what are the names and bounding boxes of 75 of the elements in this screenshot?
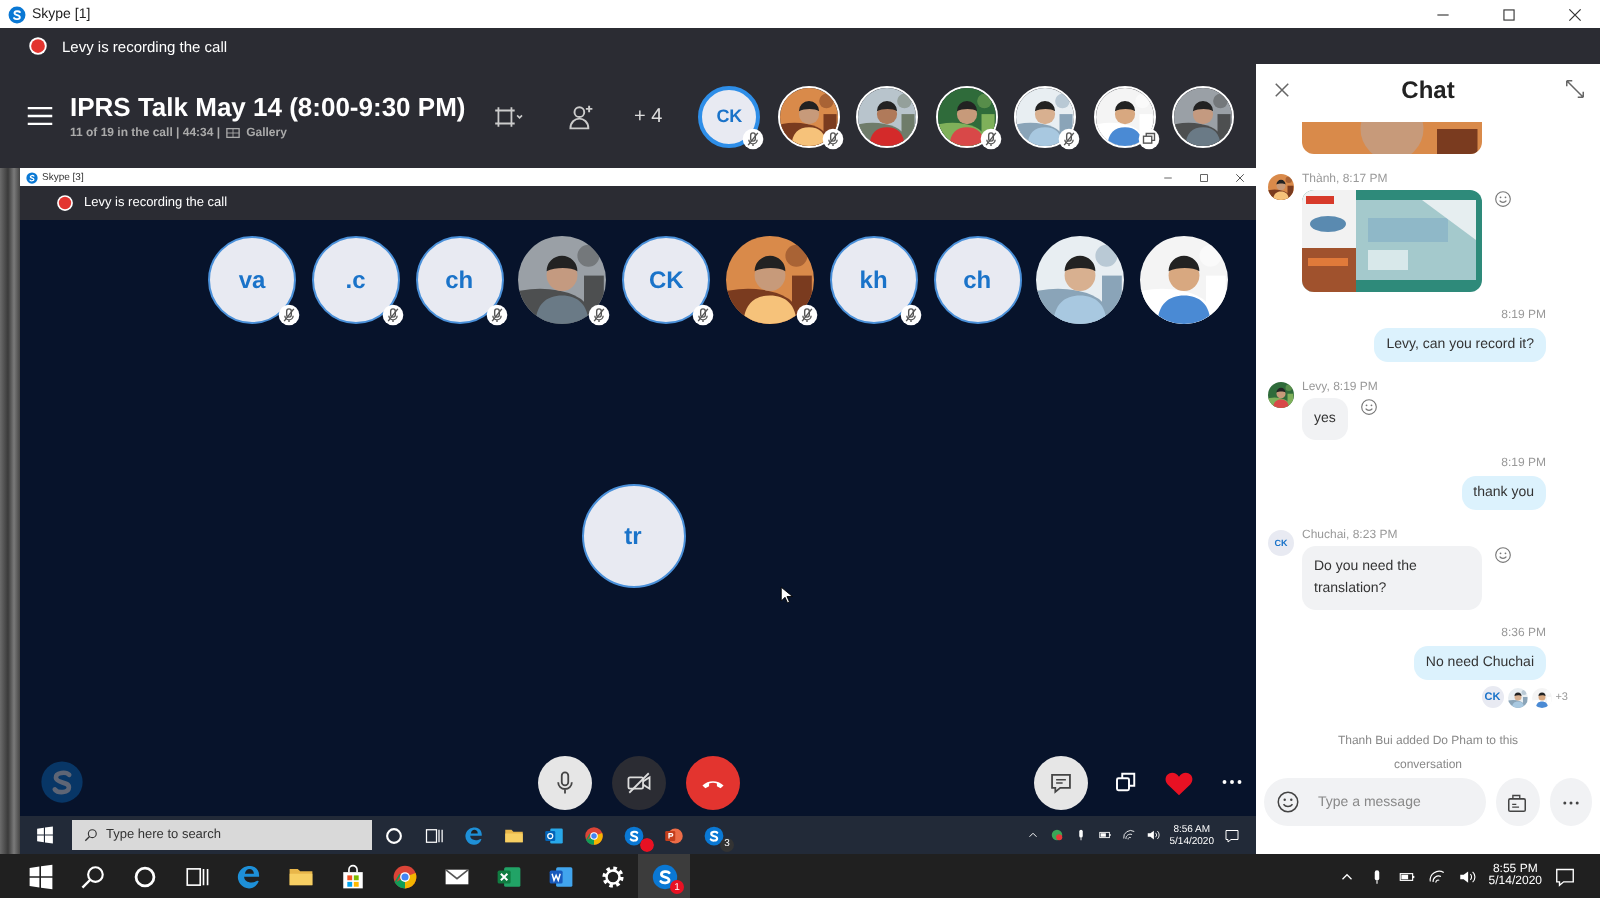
participant-avatar[interactable]: ch bbox=[933, 236, 1022, 324]
maximize-icon[interactable] bbox=[1198, 171, 1210, 183]
add-participants-button[interactable]: + 4 bbox=[634, 105, 663, 127]
notifications-icon[interactable] bbox=[1224, 827, 1240, 843]
cortana-ring-icon[interactable] bbox=[384, 825, 404, 845]
skype-logo-icon[interactable] bbox=[651, 863, 677, 889]
notifications-icon[interactable] bbox=[1554, 865, 1576, 887]
reaction-smiley-icon[interactable] bbox=[1494, 545, 1512, 564]
participant-avatar[interactable]: kh bbox=[829, 236, 918, 324]
microphone-icon bbox=[551, 769, 577, 795]
card-icon bbox=[1506, 791, 1529, 813]
word-processor-icon[interactable] bbox=[547, 863, 573, 889]
cortana-ring-icon[interactable] bbox=[131, 863, 157, 889]
reaction-smiley-icon[interactable] bbox=[1494, 189, 1512, 208]
expand-icon[interactable] bbox=[1563, 78, 1586, 101]
task-view-icon[interactable] bbox=[183, 863, 209, 889]
folder-icon[interactable] bbox=[504, 825, 524, 845]
speech-bubble-icon bbox=[1048, 769, 1074, 795]
search-icon bbox=[84, 828, 98, 842]
skype-logo-icon bbox=[8, 5, 26, 23]
chrome-browser-icon[interactable] bbox=[391, 863, 417, 889]
heart-icon[interactable] bbox=[1164, 767, 1194, 797]
participant-avatar[interactable]: CK bbox=[622, 236, 711, 324]
outlook-app-icon[interactable] bbox=[544, 825, 564, 845]
search-icon[interactable] bbox=[79, 863, 105, 889]
emoji-icon[interactable] bbox=[1276, 790, 1300, 814]
chat-button[interactable] bbox=[1034, 755, 1088, 809]
microphone-icon[interactable] bbox=[1073, 828, 1088, 842]
microphone-button[interactable] bbox=[537, 755, 591, 809]
task-view-icon[interactable] bbox=[424, 825, 444, 845]
spreadsheet-app-icon[interactable] bbox=[495, 863, 521, 889]
chat-title: Chat bbox=[1401, 75, 1455, 104]
close-icon[interactable] bbox=[1272, 79, 1292, 100]
gallery-icon bbox=[226, 126, 241, 140]
skype-logo-icon bbox=[40, 760, 84, 804]
reaction-smiley-icon[interactable] bbox=[1359, 397, 1378, 416]
windows-start-icon[interactable] bbox=[36, 826, 54, 844]
settings-icon[interactable] bbox=[599, 863, 625, 889]
frame-icon[interactable] bbox=[490, 103, 528, 129]
camera-off-icon bbox=[625, 769, 651, 795]
status-icon[interactable] bbox=[1049, 828, 1064, 842]
mail-icon[interactable] bbox=[443, 863, 469, 889]
add-person-icon[interactable] bbox=[568, 103, 594, 129]
menu-icon[interactable] bbox=[26, 102, 54, 130]
call-title: IPRS Talk May 14 (8:00-9:30 PM) bbox=[70, 92, 468, 122]
close-icon[interactable] bbox=[1566, 5, 1584, 23]
store-bag-icon[interactable] bbox=[339, 863, 365, 889]
windows-start-icon[interactable] bbox=[27, 863, 53, 889]
participant-avatar[interactable]: .c bbox=[311, 236, 400, 324]
switch-view-icon[interactable] bbox=[1114, 770, 1138, 794]
close-icon[interactable] bbox=[1234, 171, 1246, 183]
presentation-app-icon[interactable] bbox=[664, 825, 684, 845]
participant-avatar[interactable]: va bbox=[208, 236, 296, 324]
wifi-icon[interactable] bbox=[1121, 828, 1136, 842]
recording-icon bbox=[56, 194, 74, 212]
chevron-up-icon[interactable] bbox=[1025, 828, 1040, 842]
camera-off-button[interactable] bbox=[611, 755, 665, 809]
edge-browser-icon[interactable] bbox=[464, 825, 484, 845]
battery-icon[interactable] bbox=[1097, 828, 1112, 842]
recording-icon bbox=[28, 36, 48, 56]
participant-avatar[interactable]: tr bbox=[581, 484, 685, 588]
participant-avatar[interactable]: ch bbox=[415, 236, 504, 324]
skype-logo-icon[interactable] bbox=[704, 825, 724, 845]
folder-icon[interactable] bbox=[287, 863, 313, 889]
hang-up-button[interactable] bbox=[685, 755, 739, 809]
chrome-browser-icon[interactable] bbox=[584, 825, 604, 845]
edge-browser-icon[interactable] bbox=[235, 863, 261, 889]
wifi-icon[interactable] bbox=[1428, 867, 1447, 885]
contact-card-button[interactable] bbox=[1496, 778, 1539, 826]
battery-icon[interactable] bbox=[1398, 867, 1417, 885]
skype-logo-icon[interactable] bbox=[624, 825, 644, 845]
maximize-icon[interactable] bbox=[1500, 5, 1518, 23]
participant-avatar[interactable]: CK bbox=[698, 85, 761, 147]
volume-icon[interactable] bbox=[1145, 828, 1160, 842]
volume-icon[interactable] bbox=[1458, 867, 1477, 885]
